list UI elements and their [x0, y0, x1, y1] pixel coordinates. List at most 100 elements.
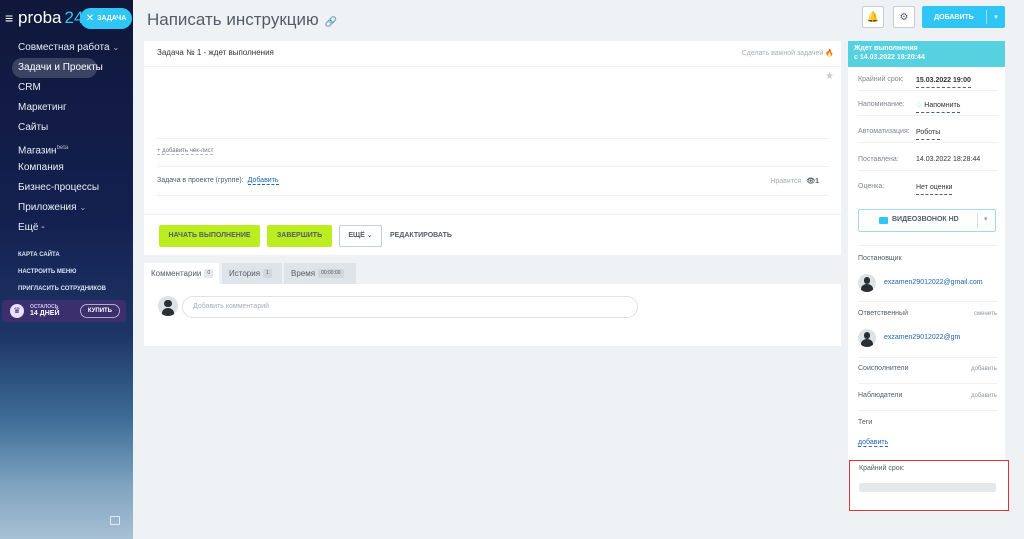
sidebar-item-marketing[interactable]: Маркетинг: [0, 98, 133, 118]
add-observer-link[interactable]: добавить: [971, 393, 997, 399]
sidebar-item-tasks[interactable]: Задачи и Проекты: [12, 58, 103, 78]
logo-text: proba: [18, 8, 62, 27]
deadline-highlight-box: Крайний срок:: [849, 460, 1009, 511]
rating-value[interactable]: Нет оценки: [916, 182, 953, 195]
printer-icon[interactable]: [110, 516, 120, 525]
camera-icon: [879, 217, 888, 224]
responsible-avatar[interactable]: [858, 329, 876, 347]
like-widget[interactable]: Нравится 👁1: [770, 177, 819, 185]
sidebar-item-label: Маркетинг: [18, 102, 67, 113]
automation-row: Автоматизация: Роботы: [858, 121, 998, 143]
chevron-down-icon[interactable]: ▾: [984, 215, 988, 223]
avatar-body: [861, 339, 873, 347]
status-since: с 14.03.2022 18:20:44: [854, 54, 925, 61]
trial-banner: ♛ ОСТАЛОСЬ 14 ДНЕЙ КУПИТЬ: [2, 300, 126, 322]
gear-icon: ⚙: [899, 11, 909, 23]
add-checklist-link[interactable]: + добавить чек-лист: [157, 148, 214, 155]
edit-task-link[interactable]: РЕДАКТИРОВАТЬ: [390, 225, 452, 247]
link-icon[interactable]: 🔗: [325, 17, 337, 28]
task-card: Задача № 1 - ждет выполнения Сделать важ…: [144, 41, 841, 255]
button-separator: [977, 214, 978, 228]
add-button[interactable]: ДОБАВИТЬ ▾: [922, 6, 1005, 28]
tab-comments[interactable]: Комментарии 0: [144, 263, 219, 284]
sidebar-item-shop[interactable]: Магазинbeta: [0, 138, 133, 158]
invite-employees-link[interactable]: ПРИГЛАСИТЬ СОТРУДНИКОВ: [18, 284, 106, 301]
flame-icon: 🔥: [825, 50, 834, 57]
sidebar-item-label: CRM: [18, 82, 41, 93]
left-sidebar: ≡ proba 24 ✕ ЗАДАЧА Совместная работа ⌄ Зад…: [0, 0, 133, 539]
sidebar-item-company[interactable]: Компания: [0, 158, 133, 178]
sidebar-item-label: Задачи и Проекты: [18, 62, 103, 73]
start-task-button[interactable]: НАЧАТЬ ВЫПОЛНЕНИЕ: [159, 225, 260, 247]
sidebar-item-crm[interactable]: CRM: [0, 78, 133, 98]
creator-name[interactable]: exzamen29012022@gmail.com: [884, 279, 983, 286]
reminder-label: Напоминание:: [858, 101, 905, 108]
sidebar-header: ≡ proba 24 ✕ ЗАДАЧА: [0, 0, 133, 36]
deadline-value[interactable]: 15.03.2022 19:00: [916, 75, 971, 88]
tab-counter: 1: [263, 269, 272, 279]
buy-button[interactable]: КУПИТЬ: [79, 304, 120, 318]
avatar-head: [863, 332, 871, 339]
add-project-link[interactable]: Добавить: [247, 177, 279, 185]
sidebar-small-links: КАРТА САЙТА НАСТРОИТЬ МЕНЮ ПРИГЛАСИТЬ СО…: [18, 250, 106, 301]
page-title-text: Написать инструкцию: [147, 10, 319, 29]
rating-label: Оценка:: [858, 183, 885, 190]
divider: [858, 383, 998, 384]
eye-icon: 👁: [806, 178, 816, 185]
responsible-label: Ответственный: [858, 310, 908, 317]
responsible-name[interactable]: exzamen29012022@gm: [884, 334, 960, 341]
sitemap-link[interactable]: КАРТА САЙТА: [18, 250, 106, 267]
sidebar-item-sites[interactable]: Сайты: [0, 118, 133, 138]
chevron-down-icon[interactable]: ▾: [987, 13, 1005, 21]
reminder-value: Напомнить: [924, 102, 961, 109]
reminder-link[interactable]: ♢ Напомнить: [916, 100, 961, 113]
sidebar-item-label: Совместная работа: [18, 42, 110, 53]
project-row: Задача в проекте (группе): Добавить: [157, 177, 279, 185]
create-task-button[interactable]: ✕ ЗАДАЧА: [80, 8, 132, 29]
comments-section: Добавить комментарий: [144, 284, 841, 346]
more-button[interactable]: ЕЩЁ ⌄: [339, 225, 382, 247]
portal-logo[interactable]: proba 24: [18, 8, 83, 28]
page-title: Написать инструкцию 🔗: [147, 10, 337, 30]
like-label: Нравится: [770, 178, 802, 185]
comment-input[interactable]: Добавить комментарий: [182, 296, 638, 318]
change-responsible-link[interactable]: сменить: [974, 311, 997, 317]
sidebar-item-apps[interactable]: Приложения ⌄: [0, 198, 133, 218]
chevron-down-icon: ⌄: [79, 203, 87, 212]
project-label: Задача в проекте (группе):: [157, 177, 244, 184]
divider: [858, 245, 998, 246]
add-tag-link[interactable]: добавить: [858, 439, 889, 447]
sidebar-item-collaboration[interactable]: Совместная работа ⌄: [0, 38, 133, 58]
settings-button[interactable]: ⚙: [893, 6, 915, 28]
notifications-button[interactable]: 🔔: [862, 6, 884, 28]
created-label: Поставлена:: [858, 156, 899, 163]
creator-avatar[interactable]: [858, 274, 876, 292]
rating-row: Оценка: Нет оценки: [858, 176, 998, 198]
automation-label: Автоматизация:: [858, 128, 910, 135]
create-task-label: ЗАДАЧА: [97, 15, 127, 22]
sidebar-item-more[interactable]: Ещё -: [0, 218, 133, 238]
deadline-placeholder-bar[interactable]: [859, 483, 996, 492]
avatar-body: [161, 307, 175, 316]
divider: [157, 195, 829, 196]
robots-link[interactable]: Роботы: [916, 127, 941, 140]
tab-history[interactable]: История 1: [222, 263, 282, 284]
make-important-link[interactable]: Сделать важной задачей 🔥: [742, 49, 834, 57]
like-count: 1: [815, 178, 819, 185]
avatar-body: [861, 284, 873, 292]
sidebar-item-label: Бизнес-процессы: [18, 182, 100, 193]
deadline-box-label: Крайний срок:: [859, 465, 905, 472]
video-call-button[interactable]: ВИДЕОЗВОНОК HD ▾: [858, 209, 996, 232]
task-sidebar-panel: Крайний срок: 15.03.2022 19:00 Напоминани…: [848, 67, 1005, 512]
tab-time[interactable]: Время 00:00:00: [284, 263, 356, 284]
configure-menu-link[interactable]: НАСТРОИТЬ МЕНЮ: [18, 267, 106, 284]
star-icon[interactable]: ★: [825, 71, 834, 82]
observers-label: Наблюдатели: [858, 392, 903, 399]
finish-task-button[interactable]: ЗАВЕРШИТЬ: [267, 225, 332, 247]
avatar-head: [863, 277, 871, 284]
chevron-down-icon: ⌄: [366, 232, 373, 239]
add-coexecutor-link[interactable]: добавить: [971, 366, 997, 372]
menu-burger-icon[interactable]: ≡: [5, 11, 13, 25]
sidebar-item-business-processes[interactable]: Бизнес-процессы: [0, 178, 133, 198]
add-button-label: ДОБАВИТЬ: [934, 13, 974, 21]
